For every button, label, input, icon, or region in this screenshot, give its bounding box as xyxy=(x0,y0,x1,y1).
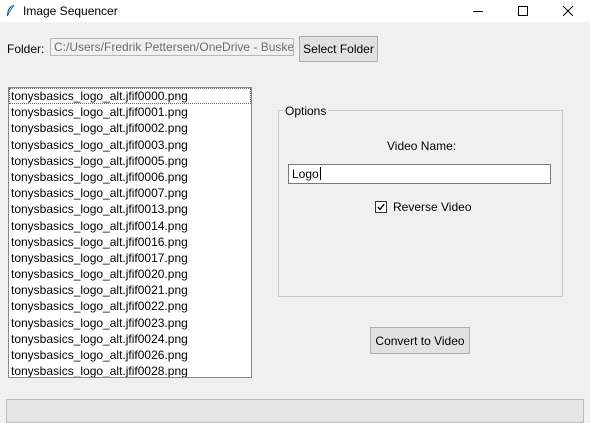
file-list-item[interactable]: tonysbasics_logo_alt.jfif0001.png xyxy=(9,104,251,120)
file-list[interactable]: tonysbasics_logo_alt.jfif0000.png tonysba… xyxy=(8,87,252,378)
video-name-label: Video Name: xyxy=(387,139,457,153)
select-folder-button[interactable]: Select Folder xyxy=(299,36,378,62)
file-list-item[interactable]: tonysbasics_logo_alt.jfif0023.png xyxy=(9,315,251,331)
maximize-button[interactable] xyxy=(500,0,545,22)
file-list-item[interactable]: tonysbasics_logo_alt.jfif0005.png xyxy=(9,153,251,169)
file-list-item[interactable]: tonysbasics_logo_alt.jfif0007.png xyxy=(9,185,251,201)
file-list-item[interactable]: tonysbasics_logo_alt.jfif0006.png xyxy=(9,169,251,185)
options-legend: Options xyxy=(283,104,329,118)
file-list-item[interactable]: tonysbasics_logo_alt.jfif0016.png xyxy=(9,234,251,250)
file-list-item[interactable]: tonysbasics_logo_alt.jfif0024.png xyxy=(9,331,251,347)
reverse-video-checkbox[interactable] xyxy=(375,201,387,213)
file-list-item[interactable]: tonysbasics_logo_alt.jfif0026.png xyxy=(9,347,251,363)
file-list-item[interactable]: tonysbasics_logo_alt.jfif0028.png xyxy=(9,363,251,377)
maximize-icon xyxy=(517,6,528,16)
reverse-video-label[interactable]: Reverse Video xyxy=(393,200,472,214)
convert-to-video-button[interactable]: Convert to Video xyxy=(370,327,470,354)
folder-path-field[interactable]: C:/Users/Fredrik Pettersen/OneDrive - Bu… xyxy=(50,38,294,56)
video-name-value: Logo xyxy=(292,167,319,181)
file-list-item[interactable]: tonysbasics_logo_alt.jfif0022.png xyxy=(9,298,251,314)
title-bar: Image Sequencer xyxy=(0,0,590,22)
file-list-item[interactable]: tonysbasics_logo_alt.jfif0017.png xyxy=(9,250,251,266)
text-caret xyxy=(319,167,321,180)
file-list-item[interactable]: tonysbasics_logo_alt.jfif0020.png xyxy=(9,266,251,282)
file-list-item[interactable]: tonysbasics_logo_alt.jfif0000.png xyxy=(9,88,251,105)
folder-label: Folder: xyxy=(7,42,45,56)
file-list-item[interactable]: tonysbasics_logo_alt.jfif0002.png xyxy=(9,120,251,136)
file-list-item[interactable]: tonysbasics_logo_alt.jfif0021.png xyxy=(9,282,251,298)
file-list-item[interactable]: tonysbasics_logo_alt.jfif0014.png xyxy=(9,218,251,234)
file-list-item[interactable]: tonysbasics_logo_alt.jfif0003.png xyxy=(9,137,251,153)
minimize-button[interactable] xyxy=(455,0,500,22)
feather-icon xyxy=(6,4,15,17)
file-list-item[interactable]: tonysbasics_logo_alt.jfif0013.png xyxy=(9,201,251,217)
checkmark-icon xyxy=(377,203,385,211)
video-name-input[interactable]: Logo xyxy=(288,164,551,184)
minimize-icon xyxy=(472,11,483,12)
window-title: Image Sequencer xyxy=(23,4,118,18)
status-bar xyxy=(6,399,584,423)
close-button[interactable] xyxy=(545,0,590,22)
close-icon xyxy=(562,6,573,16)
